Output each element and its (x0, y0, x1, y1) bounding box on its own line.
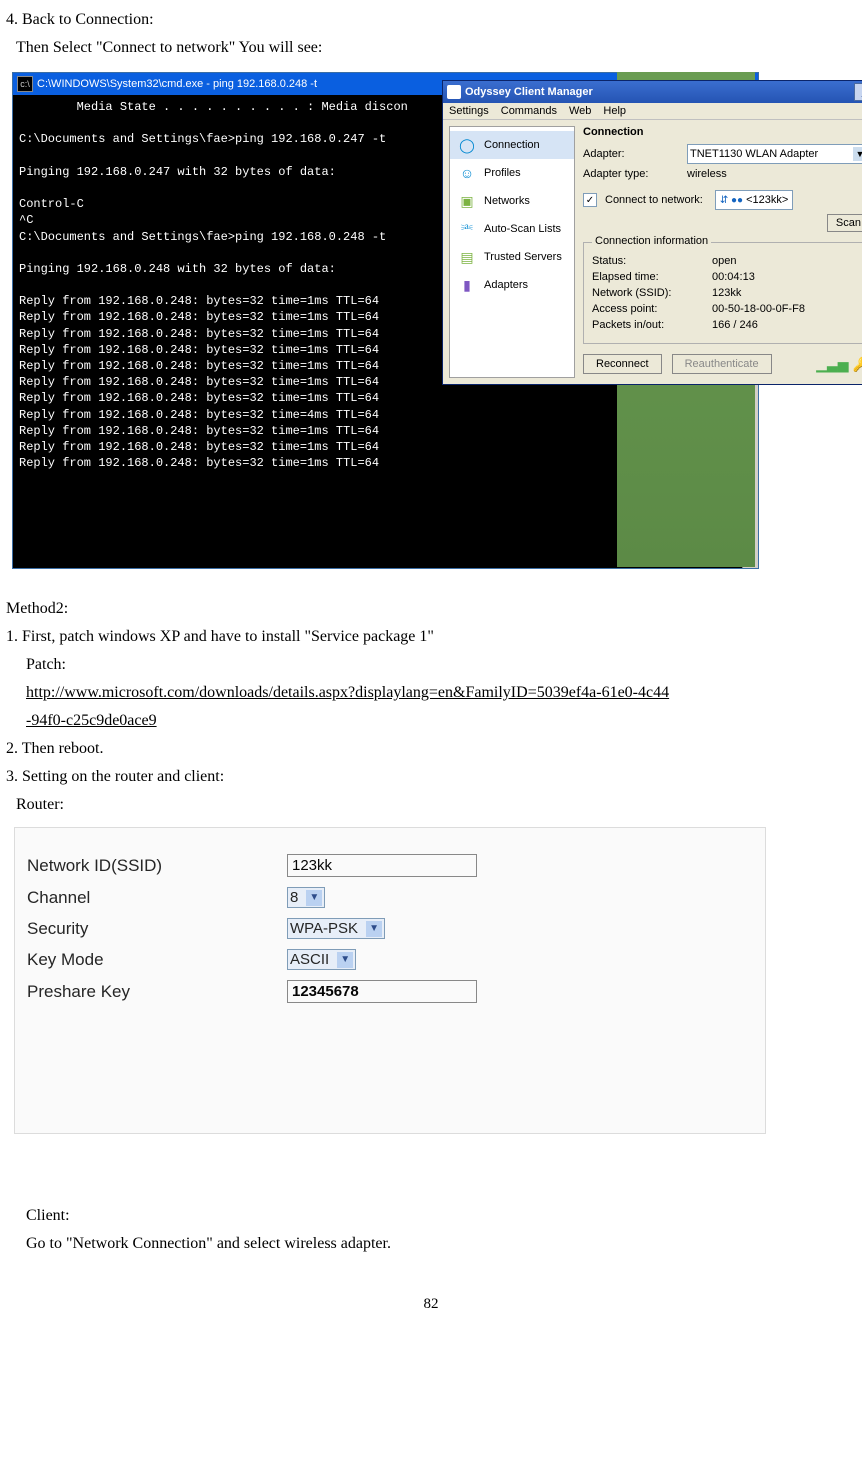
step-4: 4. Back to Connection: (6, 8, 856, 32)
status-value: open (712, 255, 736, 267)
packets-label: Packets in/out: (592, 319, 712, 331)
router-security-value: WPA-PSK (290, 920, 358, 937)
networks-icon: ▣ (456, 190, 478, 212)
sidebar-label: Profiles (484, 167, 521, 179)
router-config-screenshot: Network ID(SSID) Channel 8 ▼ Security WP… (14, 827, 766, 1134)
reconnect-button[interactable]: Reconnect (583, 354, 662, 374)
odyssey-menubar: Settings Commands Web Help (443, 103, 862, 120)
connection-icon: ◯ (456, 134, 478, 156)
sidebar-item-trusted[interactable]: ▤ Trusted Servers (450, 243, 574, 271)
autoscan-icon: ⎃ (456, 218, 478, 240)
menu-commands[interactable]: Commands (501, 105, 557, 117)
connection-info-group: Connection information Status:open Elaps… (583, 242, 862, 344)
adapter-value: TNET1130 WLAN Adapter (690, 148, 818, 160)
screenshot-cmd-odyssey: c:\ C:\WINDOWS\System32\cmd.exe - ping 1… (12, 72, 757, 567)
packets-value: 166 / 246 (712, 319, 758, 331)
ap-value: 00-50-18-00-0F-F8 (712, 303, 805, 315)
step-4-sub: Then Select "Connect to network" You wil… (6, 36, 856, 60)
router-channel-label: Channel (27, 888, 287, 908)
connect-checkbox[interactable]: ✓ (583, 193, 597, 207)
ssid-value: 123kk (712, 287, 741, 299)
ssid-label: Network (SSID): (592, 287, 712, 299)
router-keymode-value: ASCII (290, 951, 329, 968)
status-icons: ▁▃▅ 🔑 (816, 356, 862, 373)
patch-link-2[interactable]: -94f0-c25c9de0ace9 (26, 712, 157, 729)
profiles-icon: ☺ (456, 162, 478, 184)
router-keymode-label: Key Mode (27, 950, 287, 970)
router-psk-input[interactable] (287, 980, 477, 1003)
client-label: Client: (6, 1204, 856, 1228)
adapter-type-value: wireless (687, 168, 727, 180)
ap-label: Access point: (592, 303, 712, 315)
adapter-label: Adapter: (583, 148, 683, 160)
sidebar-item-profiles[interactable]: ☺ Profiles (450, 159, 574, 187)
router-channel-value: 8 (290, 889, 298, 906)
sidebar-label: Trusted Servers (484, 251, 562, 263)
sidebar-label: Connection (484, 139, 540, 151)
chevron-down-icon: ▼ (337, 952, 353, 968)
sidebar-label: Networks (484, 195, 530, 207)
panel-heading: Connection (583, 126, 862, 138)
trusted-icon: ▤ (456, 246, 478, 268)
sidebar-item-adapters[interactable]: ▮ Adapters (450, 271, 574, 299)
router-psk-label: Preshare Key (27, 982, 287, 1002)
sidebar-label: Auto-Scan Lists (484, 223, 561, 235)
odyssey-titlebar[interactable]: Odyssey Client Manager _ (443, 81, 862, 103)
patch-link-1[interactable]: http://www.microsoft.com/downloads/detai… (26, 684, 669, 701)
menu-settings[interactable]: Settings (449, 105, 489, 117)
client-instruction: Go to "Network Connection" and select wi… (6, 1232, 856, 1256)
odyssey-window: Odyssey Client Manager _ Settings Comman… (442, 80, 862, 385)
elapsed-value: 00:04:13 (712, 271, 755, 283)
odyssey-sidebar: ◯ Connection ☺ Profiles ▣ Networks ⎃ Aut… (449, 126, 575, 378)
router-channel-select[interactable]: 8 ▼ (287, 887, 325, 908)
signal-icon: ⇵ ●● (720, 195, 743, 206)
odyssey-main-panel: Connection Adapter: TNET1130 WLAN Adapte… (581, 120, 862, 384)
chevron-down-icon: ▼ (306, 890, 322, 906)
method2-step3: 3. Setting on the router and client: (6, 765, 856, 789)
group-title: Connection information (592, 235, 711, 247)
adapter-combo[interactable]: TNET1130 WLAN Adapter ▼ (687, 144, 862, 164)
odyssey-title-text: Odyssey Client Manager (465, 86, 593, 98)
chevron-down-icon: ▼ (853, 147, 862, 161)
method2-heading: Method2: (6, 597, 856, 621)
signal-bars-icon: ▁▃▅ (816, 356, 848, 373)
minimize-button[interactable]: _ (854, 83, 862, 101)
sidebar-item-networks[interactable]: ▣ Networks (450, 187, 574, 215)
odyssey-app-icon (447, 85, 461, 99)
status-label: Status: (592, 255, 712, 267)
router-security-select[interactable]: WPA-PSK ▼ (287, 918, 385, 939)
elapsed-label: Elapsed time: (592, 271, 712, 283)
router-security-label: Security (27, 919, 287, 939)
router-keymode-select[interactable]: ASCII ▼ (287, 949, 356, 970)
chevron-down-icon: ▼ (366, 921, 382, 937)
router-ssid-label: Network ID(SSID) (27, 856, 287, 876)
patch-label: Patch: (6, 653, 856, 677)
method2-step1: 1. First, patch windows XP and have to i… (6, 625, 856, 649)
connect-label: Connect to network: (605, 194, 703, 206)
router-ssid-input[interactable] (287, 854, 477, 877)
cmd-icon: c:\ (17, 76, 33, 92)
sidebar-label: Adapters (484, 279, 528, 291)
sidebar-item-connection[interactable]: ◯ Connection (450, 131, 574, 159)
page-number: 82 (6, 1296, 856, 1313)
method2-step2: 2. Then reboot. (6, 737, 856, 761)
sidebar-item-autoscan[interactable]: ⎃ Auto-Scan Lists (450, 215, 574, 243)
network-value: <123kk> (746, 194, 788, 206)
menu-web[interactable]: Web (569, 105, 591, 117)
router-label: Router: (6, 793, 856, 817)
key-icon: 🔑 (853, 356, 862, 373)
menu-help[interactable]: Help (603, 105, 626, 117)
adapter-type-label: Adapter type: (583, 168, 683, 180)
cmd-title-text: C:\WINDOWS\System32\cmd.exe - ping 192.1… (37, 78, 317, 90)
network-combo[interactable]: ⇵ ●● <123kk> (715, 190, 793, 210)
reauthenticate-button: Reauthenticate (672, 354, 772, 374)
adapters-icon: ▮ (456, 274, 478, 296)
scan-button[interactable]: Scan (827, 214, 862, 232)
